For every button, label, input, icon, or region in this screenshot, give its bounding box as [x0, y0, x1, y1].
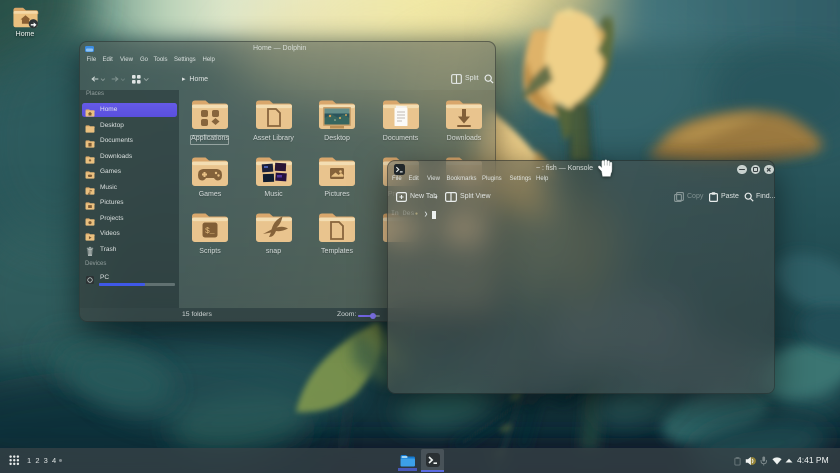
svg-text:$_: $_ — [205, 227, 215, 236]
